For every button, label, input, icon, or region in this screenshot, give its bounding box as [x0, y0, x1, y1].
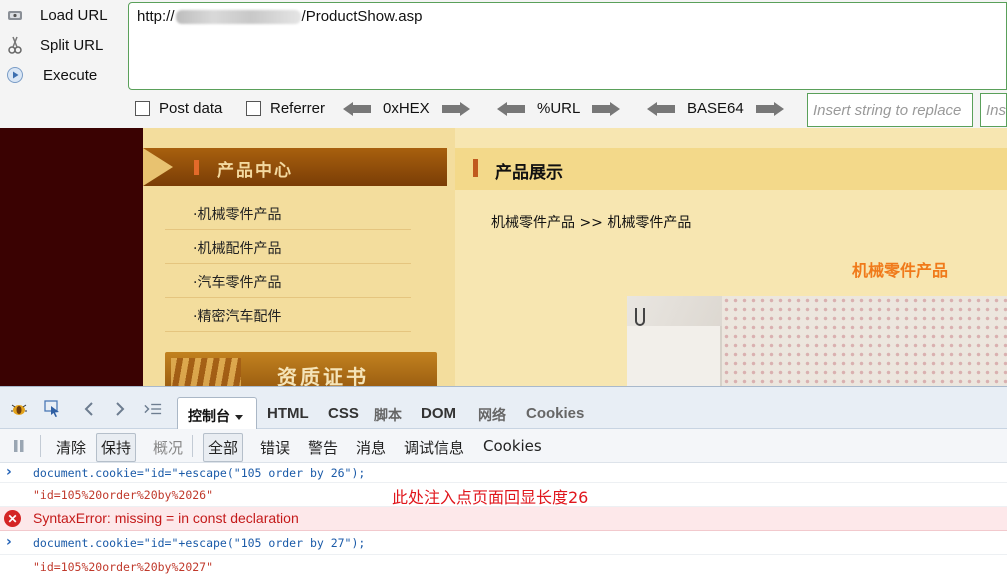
category-header: 产品中心 — [143, 148, 447, 186]
log-row-output[interactable]: "id=105%20order%20by%2026" 此处注入点页面回显长度26 — [0, 483, 1007, 507]
load-url-icon — [4, 4, 26, 26]
category-heading: 产品中心 — [217, 161, 293, 181]
split-url-button[interactable]: Split URL — [4, 32, 103, 58]
banner-decoration — [171, 358, 241, 386]
tab-dom[interactable]: DOM — [421, 405, 456, 422]
referrer-checkbox[interactable] — [246, 101, 261, 116]
hex-encode-arrow[interactable] — [441, 101, 470, 116]
header-mark — [473, 159, 478, 177]
hackbar-panel: Load URL Split URL Execute http:///Produ… — [0, 0, 1007, 128]
url-encoder: %URL — [497, 100, 621, 117]
product-photo — [627, 296, 1007, 386]
category-link[interactable]: ·精密汽车配件 — [165, 298, 411, 332]
breadcrumb: 机械零件产品 >> 机械零件产品 — [491, 215, 692, 231]
post-data-checkbox[interactable] — [135, 101, 150, 116]
clear-button[interactable]: 清除 — [56, 437, 86, 458]
photo-hook — [635, 308, 645, 326]
category-link[interactable]: ·机械零件产品 — [165, 196, 411, 230]
post-data-option[interactable]: Post data — [135, 100, 222, 117]
replacement-string-input[interactable]: Ins — [980, 93, 1007, 127]
tab-script[interactable]: 脚本 — [374, 405, 402, 425]
tab-html[interactable]: HTML — [267, 405, 309, 422]
product-header: 产品展示 — [455, 148, 1007, 190]
category-link[interactable]: ·汽车零件产品 — [165, 264, 411, 298]
log-row-input[interactable]: › document.cookie="id="+escape("105 orde… — [0, 531, 1007, 555]
product-heading: 产品展示 — [495, 163, 563, 183]
base64-encode-arrow[interactable] — [755, 101, 784, 116]
command-line-icon[interactable] — [144, 400, 162, 418]
chevron-down-icon — [235, 414, 243, 420]
photo-wallpaper — [722, 296, 1007, 386]
web-page-viewport: 产品中心 ·机械零件产品 ·机械配件产品 ·汽车零件产品 ·精密汽车配件 资质证… — [0, 128, 1007, 386]
product-title: 机械零件产品 — [852, 261, 949, 280]
inspect-icon[interactable] — [44, 400, 62, 418]
divider — [192, 435, 193, 457]
devtools-tab-bar: 控制台 HTML CSS 脚本 DOM 网络 Cookies — [0, 387, 1007, 430]
tab-console[interactable]: 控制台 — [177, 397, 257, 430]
divider — [40, 435, 41, 457]
url-encode-arrow[interactable] — [592, 101, 621, 116]
input-prompt-icon: › — [6, 534, 12, 550]
filter-all[interactable]: 全部 — [203, 433, 244, 462]
error-icon: ✕ — [4, 510, 21, 527]
pause-icon[interactable] — [10, 437, 28, 455]
category-link[interactable]: ·机械配件产品 — [165, 230, 411, 264]
back-icon[interactable] — [80, 400, 98, 418]
execute-icon — [4, 64, 26, 86]
hex-encoder: 0xHEX — [343, 100, 470, 117]
annotation-note: 此处注入点页面回显长度26 — [392, 488, 589, 507]
input-prompt-icon: › — [6, 464, 12, 480]
load-url-button[interactable]: Load URL — [4, 2, 108, 28]
console-log: › document.cookie="id="+escape("105 orde… — [0, 463, 1007, 580]
url-textarea[interactable]: http:///ProductShow.asp — [128, 2, 1007, 90]
tab-net[interactable]: 网络 — [478, 405, 506, 425]
photo-door — [627, 326, 722, 386]
base64-decode-arrow[interactable] — [647, 101, 675, 116]
profile-button[interactable]: 概况 — [153, 437, 183, 458]
filter-debug[interactable]: 调试信息 — [404, 437, 464, 458]
left-sidebar: 产品中心 ·机械零件产品 ·机械配件产品 ·汽车零件产品 ·精密汽车配件 资质证… — [143, 128, 455, 386]
replace-string-input[interactable]: Insert string to replace — [807, 93, 973, 127]
persist-button[interactable]: 保持 — [96, 433, 137, 462]
forward-icon[interactable] — [111, 400, 129, 418]
base64-encoder: BASE64 — [647, 100, 784, 117]
header-triangle-decoration — [143, 148, 173, 186]
log-row-output[interactable]: "id=105%20order%20by%2027" — [0, 555, 1007, 580]
filter-info[interactable]: 消息 — [356, 437, 386, 458]
devtools-panel: 控制台 HTML CSS 脚本 DOM 网络 Cookies 清除 保持 概况 … — [0, 386, 1007, 580]
filter-errors[interactable]: 错误 — [260, 437, 290, 458]
tab-cookies[interactable]: Cookies — [526, 405, 584, 422]
filter-cookies[interactable]: Cookies — [483, 437, 542, 455]
console-toolbar: 清除 保持 概况 全部 错误 警告 消息 调试信息 Cookies — [0, 429, 1007, 463]
url-decode-arrow[interactable] — [497, 101, 525, 116]
log-row-input[interactable]: › document.cookie="id="+escape("105 orde… — [0, 463, 1007, 483]
filter-warnings[interactable]: 警告 — [308, 437, 338, 458]
log-row-error[interactable]: ✕ SyntaxError: missing = in const declar… — [0, 507, 1007, 531]
firebug-icon[interactable] — [10, 400, 28, 418]
main-content: 产品展示 机械零件产品 >> 机械零件产品 机械零件产品 — [455, 128, 1007, 386]
execute-button[interactable]: Execute — [4, 62, 97, 88]
hex-decode-arrow[interactable] — [343, 101, 371, 116]
certificate-banner[interactable]: 资质证书 — [165, 352, 437, 386]
tab-css[interactable]: CSS — [328, 405, 359, 422]
split-url-icon — [4, 34, 26, 56]
header-mark — [194, 160, 199, 175]
redacted-host — [175, 10, 301, 25]
referrer-option[interactable]: Referrer — [246, 100, 325, 117]
